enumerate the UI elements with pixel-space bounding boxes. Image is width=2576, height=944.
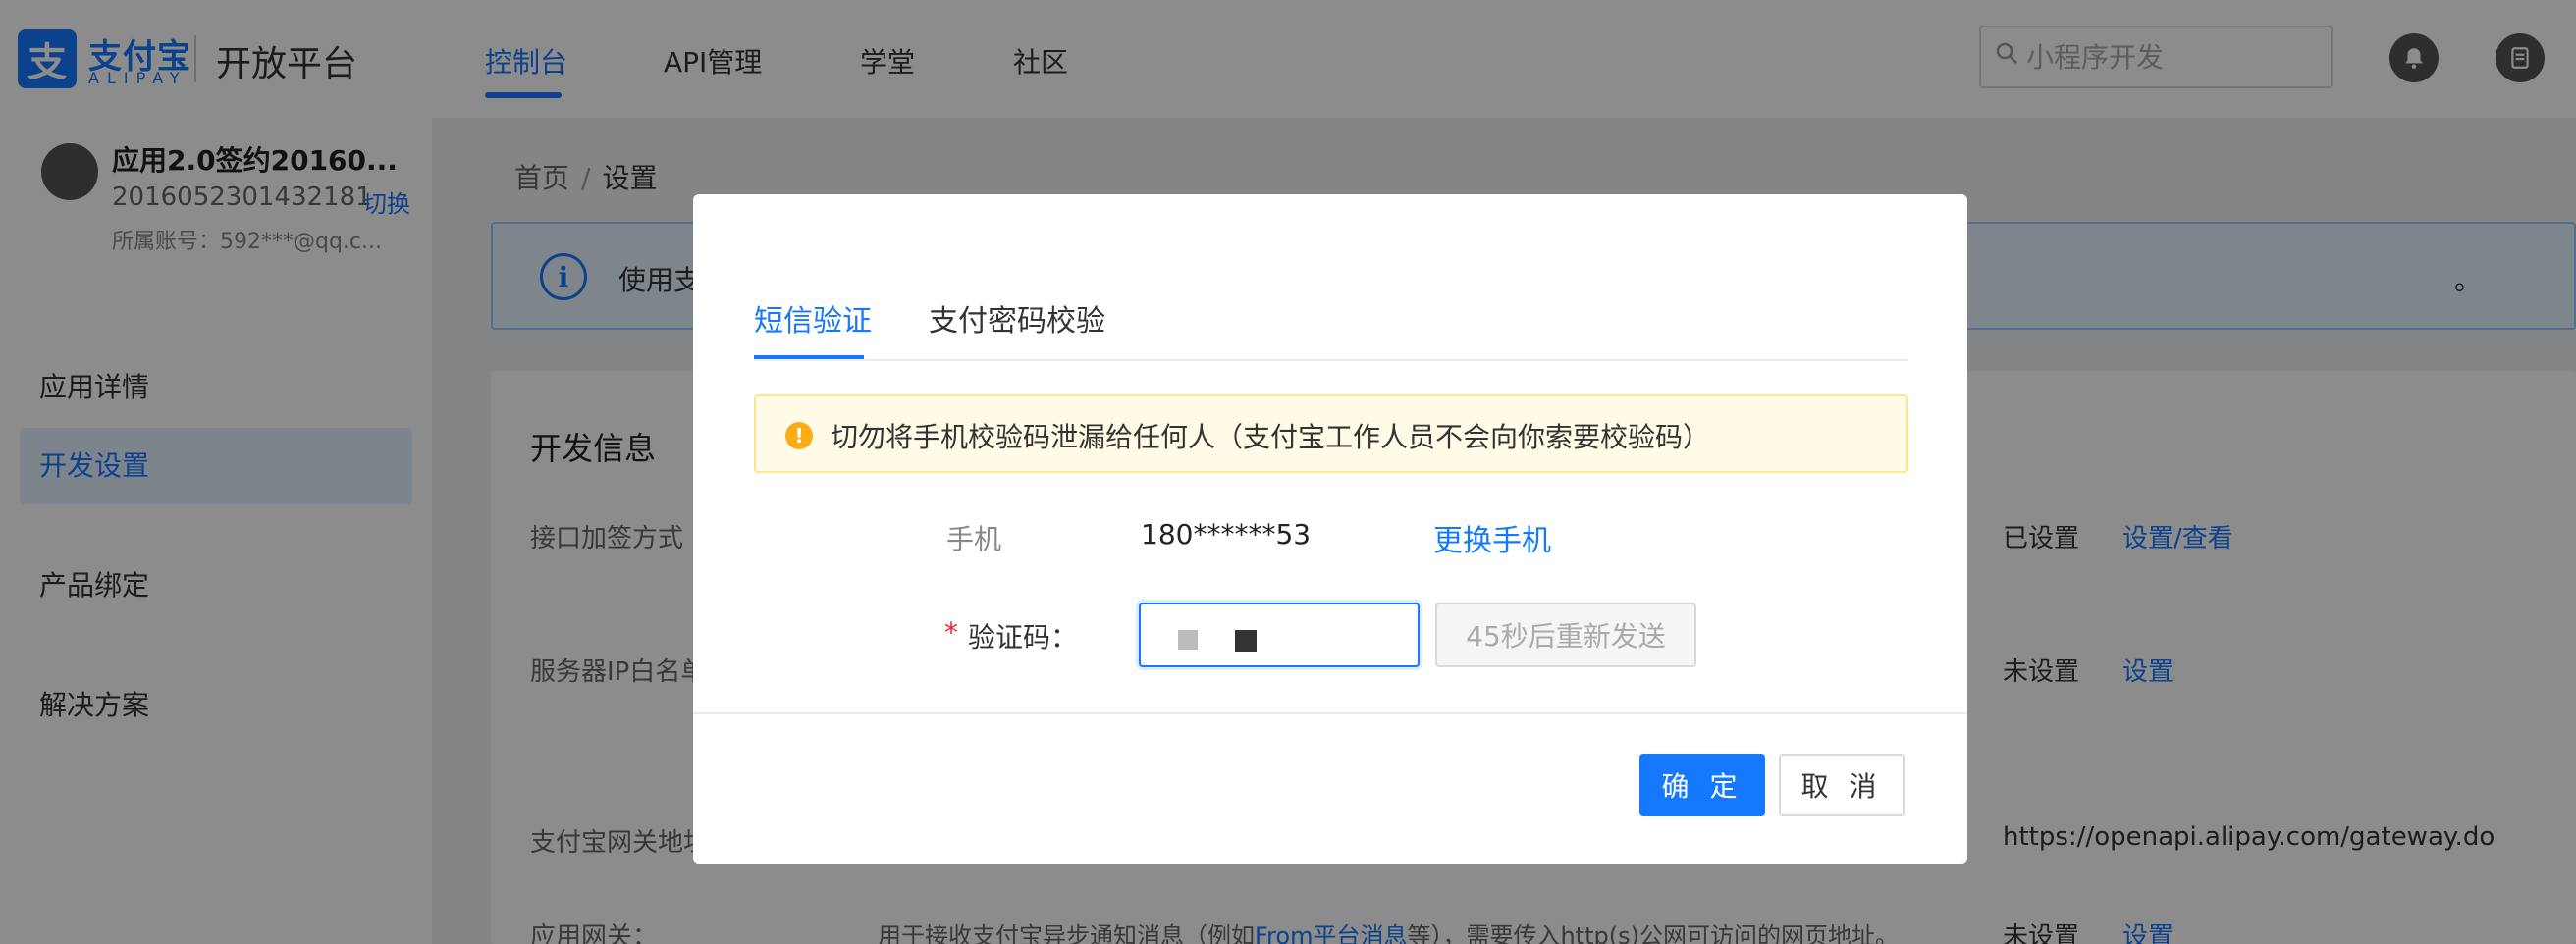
required-mark: * (944, 616, 958, 649)
verification-code-label: 验证码： (968, 621, 1079, 654)
code-digit-masked (1235, 630, 1257, 652)
confirm-button[interactable]: 确 定 (1639, 754, 1765, 816)
phone-value: 180******53 (1141, 518, 1312, 551)
phone-label: 手机 (946, 523, 1002, 555)
tab-divider (754, 359, 1908, 361)
verification-modal: 短信验证 支付密码校验 ! 切勿将手机校验码泄漏给任何人（支付宝工作人员不会向你… (693, 194, 1967, 864)
verification-code-input[interactable] (1139, 603, 1420, 667)
change-phone-link[interactable]: 更换手机 (1433, 516, 1551, 559)
cancel-button[interactable]: 取 消 (1779, 754, 1905, 816)
resend-code-button[interactable]: 45秒后重新发送 (1435, 603, 1696, 667)
code-digit-masked (1178, 630, 1198, 650)
warning-icon: ! (785, 422, 813, 449)
modal-footer-divider (693, 712, 1967, 714)
warning-alert: ! 切勿将手机校验码泄漏给任何人（支付宝工作人员不会向你索要校验码） (754, 394, 1908, 473)
warning-text: 切勿将手机校验码泄漏给任何人（支付宝工作人员不会向你索要校验码） (831, 421, 1711, 453)
tab-sms-verification[interactable]: 短信验证 (754, 296, 872, 340)
tab-payment-password[interactable]: 支付密码校验 (929, 296, 1105, 340)
